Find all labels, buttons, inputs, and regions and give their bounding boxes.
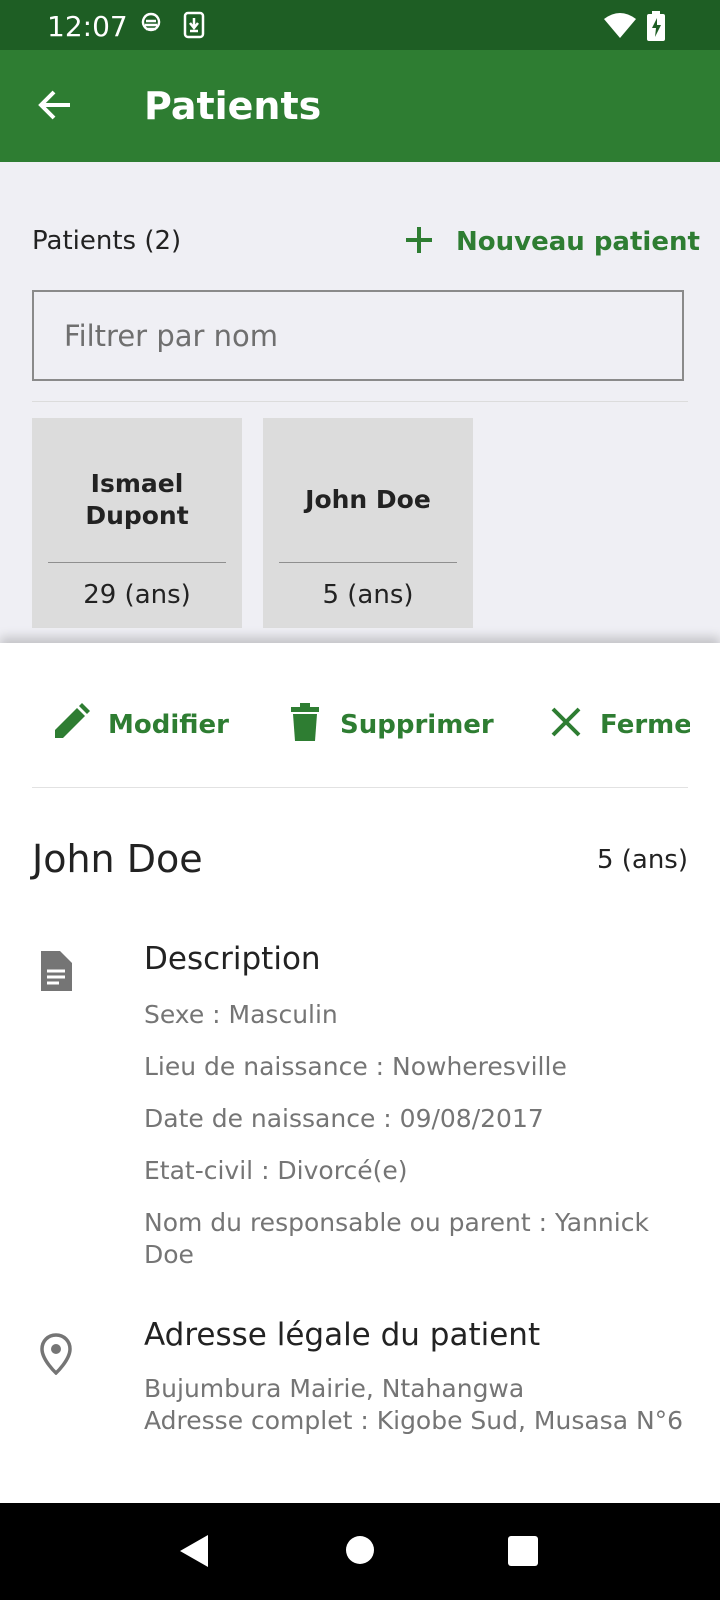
delete-button[interactable]: Supprimer [288,700,494,750]
new-patient-button[interactable]: Nouveau patient [404,220,700,264]
edit-button[interactable]: Modifier [52,700,229,750]
nav-back-icon[interactable] [178,1533,210,1574]
patient-card-age: 29 (ans) [83,580,191,610]
edit-label: Modifier [108,710,229,740]
description-line: Sexe : Masculin [144,1000,338,1029]
close-button[interactable]: Fermer [550,700,690,750]
filter-input[interactable] [32,290,684,381]
patient-card-age: 5 (ans) [322,580,414,610]
status-bar: 12:07 [0,0,720,50]
description-title: Description [144,941,321,977]
system-nav-bar [0,1503,720,1600]
pencil-icon [52,702,90,748]
divider [32,401,688,402]
address-line: Adresse complet : Kigobe Sud, Musasa N°6 [144,1406,684,1435]
description-line: Lieu de naissance : Nowheresville [144,1052,567,1081]
new-patient-label: Nouveau patient [456,227,700,257]
description-line: Nom du responsable ou parent : Yannick D… [144,1208,649,1269]
patient-age: 5 (ans) [596,845,688,875]
description-line: Etat-civil : Divorcé(e) [144,1156,408,1185]
location-pin-icon [40,1333,72,1380]
close-label: Fermer [600,710,690,740]
trash-icon [288,702,322,748]
address-line: Bujumbura Mairie, Ntahangwa [144,1374,525,1403]
delete-label: Supprimer [340,710,494,740]
patient-card-ismael-dupont[interactable]: Ismael Dupont 29 (ans) [32,418,242,628]
arrow-back-icon[interactable] [36,86,74,129]
download-icon [183,11,205,43]
patient-detail-sheet: Modifier Supprimer Fermer John Doe 5 (an… [0,643,720,1503]
address-title: Adresse légale du patient [144,1317,541,1353]
page-title: Patients [144,84,322,128]
card-divider [48,562,226,563]
document-icon [38,951,72,996]
plus-icon [404,225,434,260]
patient-name: John Doe [32,837,203,881]
nav-recents-icon[interactable] [508,1536,538,1571]
battery-icon [646,11,666,45]
card-divider [279,562,457,563]
patient-card-john-doe[interactable]: John Doe 5 (ans) [263,418,473,628]
wifi-icon [604,13,636,43]
description-line: Date de naissance : 09/08/2017 [144,1104,544,1133]
close-icon [550,706,582,745]
nav-home-icon[interactable] [346,1536,374,1569]
patient-card-name: John Doe [305,485,431,514]
status-time: 12:07 [47,10,128,43]
app-bar: Patients [0,50,720,162]
divider [32,787,688,788]
patient-card-name: Ismael Dupont [85,469,189,530]
patients-count: Patients (2) [32,226,182,256]
notification-icon [140,11,162,43]
